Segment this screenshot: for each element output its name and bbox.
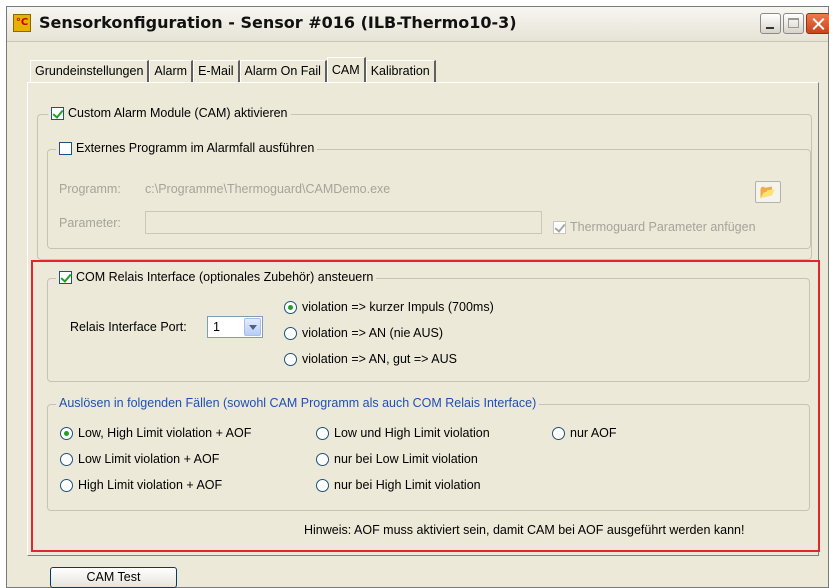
trigger-aof-only-label: nur AOF bbox=[570, 426, 617, 440]
tab-alarm[interactable]: Alarm bbox=[149, 60, 194, 82]
minimize-button[interactable] bbox=[760, 13, 781, 34]
parameter-label: Parameter: bbox=[59, 216, 121, 230]
trigger-option-aof-only[interactable]: nur AOF bbox=[552, 426, 617, 440]
cam-enable-legend: Custom Alarm Module (CAM) aktivieren bbox=[48, 106, 291, 120]
aof-hint: Hinweis: AOF muss aktiviert sein, damit … bbox=[304, 523, 745, 537]
mode-impulse-label: violation => kurzer Impuls (700ms) bbox=[302, 300, 494, 314]
mode-option-on-off[interactable]: violation => AN, gut => AUS bbox=[284, 352, 457, 366]
append-params-checkbox[interactable] bbox=[553, 220, 566, 234]
relais-port-value: 1 bbox=[213, 320, 220, 334]
trigger-low-high-aof-radio[interactable] bbox=[60, 426, 73, 440]
trigger-high-aof-label: High Limit violation + AOF bbox=[78, 478, 223, 492]
com-relais-legend: COM Relais Interface (optionales Zubehör… bbox=[56, 270, 377, 284]
trigger-group-title: Auslösen in folgenden Fällen (sowohl CAM… bbox=[56, 396, 540, 410]
title-bar: °C Sensorkonfiguration - Sensor #016 (IL… bbox=[7, 7, 829, 42]
folder-open-icon: 📂 bbox=[759, 184, 777, 199]
thermometer-app-icon: °C bbox=[13, 14, 31, 32]
tab-grundeinstellungen[interactable]: Grundeinstellungen bbox=[30, 60, 150, 82]
external-program-label: Externes Programm im Alarmfall ausführen bbox=[76, 141, 315, 155]
com-relais-checkbox[interactable] bbox=[59, 270, 72, 284]
external-program-legend: Externes Programm im Alarmfall ausführen bbox=[56, 141, 318, 155]
program-label: Programm: bbox=[59, 182, 121, 196]
window-title: Sensorkonfiguration - Sensor #016 (ILB-T… bbox=[39, 13, 517, 32]
mode-on-label: violation => AN (nie AUS) bbox=[302, 326, 444, 340]
mode-impulse-radio[interactable] bbox=[284, 300, 297, 314]
trigger-low-only-radio[interactable] bbox=[316, 452, 329, 466]
append-params-label: Thermoguard Parameter anfügen bbox=[570, 220, 756, 234]
tab-strip: Grundeinstellungen Alarm E-Mail Alarm On… bbox=[30, 57, 436, 82]
relais-port-label: Relais Interface Port: bbox=[70, 320, 187, 334]
trigger-low-high-label: Low und High Limit violation bbox=[334, 426, 490, 440]
parameter-input[interactable] bbox=[145, 211, 542, 234]
mode-on-off-label: violation => AN, gut => AUS bbox=[302, 352, 457, 366]
tab-cam[interactable]: CAM bbox=[326, 57, 366, 82]
browse-button[interactable]: 📂 bbox=[755, 181, 781, 203]
mode-option-impulse[interactable]: violation => kurzer Impuls (700ms) bbox=[284, 300, 494, 314]
trigger-low-aof-label: Low Limit violation + AOF bbox=[78, 452, 220, 466]
maximize-button[interactable] bbox=[783, 13, 804, 34]
external-program-checkbox[interactable] bbox=[59, 141, 72, 155]
cam-test-button[interactable]: CAM Test bbox=[50, 567, 177, 588]
cam-enable-checkbox[interactable] bbox=[51, 106, 64, 120]
tab-email[interactable]: E-Mail bbox=[193, 60, 240, 82]
trigger-low-only-label: nur bei Low Limit violation bbox=[334, 452, 478, 466]
mode-on-radio[interactable] bbox=[284, 326, 297, 340]
relais-port-select[interactable]: 1 bbox=[207, 316, 263, 338]
cam-enable-label: Custom Alarm Module (CAM) aktivieren bbox=[68, 106, 288, 120]
trigger-option-high-only[interactable]: nur bei High Limit violation bbox=[316, 478, 481, 492]
append-params-row[interactable]: Thermoguard Parameter anfügen bbox=[553, 220, 756, 234]
program-path: c:\Programme\Thermoguard\CAMDemo.exe bbox=[145, 182, 391, 196]
chevron-down-icon[interactable] bbox=[244, 318, 261, 336]
trigger-option-low-aof[interactable]: Low Limit violation + AOF bbox=[60, 452, 219, 466]
trigger-option-low-high-aof[interactable]: Low, High Limit violation + AOF bbox=[60, 426, 251, 440]
external-program-group: Externes Programm im Alarmfall ausführen bbox=[47, 141, 811, 249]
trigger-high-only-label: nur bei High Limit violation bbox=[334, 478, 481, 492]
tab-alarm-on-fail[interactable]: Alarm On Fail bbox=[239, 60, 327, 82]
com-relais-label: COM Relais Interface (optionales Zubehör… bbox=[76, 270, 374, 284]
trigger-low-high-aof-label: Low, High Limit violation + AOF bbox=[78, 426, 252, 440]
trigger-option-low-only[interactable]: nur bei Low Limit violation bbox=[316, 452, 478, 466]
tab-kalibration[interactable]: Kalibration bbox=[365, 60, 436, 82]
trigger-high-aof-radio[interactable] bbox=[60, 478, 73, 492]
mode-on-off-radio[interactable] bbox=[284, 352, 297, 366]
trigger-option-low-high[interactable]: Low und High Limit violation bbox=[316, 426, 490, 440]
close-button[interactable] bbox=[806, 13, 829, 34]
trigger-high-only-radio[interactable] bbox=[316, 478, 329, 492]
trigger-low-aof-radio[interactable] bbox=[60, 452, 73, 466]
trigger-option-high-aof[interactable]: High Limit violation + AOF bbox=[60, 478, 222, 492]
trigger-aof-only-radio[interactable] bbox=[552, 426, 565, 440]
trigger-low-high-radio[interactable] bbox=[316, 426, 329, 440]
mode-option-on[interactable]: violation => AN (nie AUS) bbox=[284, 326, 443, 340]
